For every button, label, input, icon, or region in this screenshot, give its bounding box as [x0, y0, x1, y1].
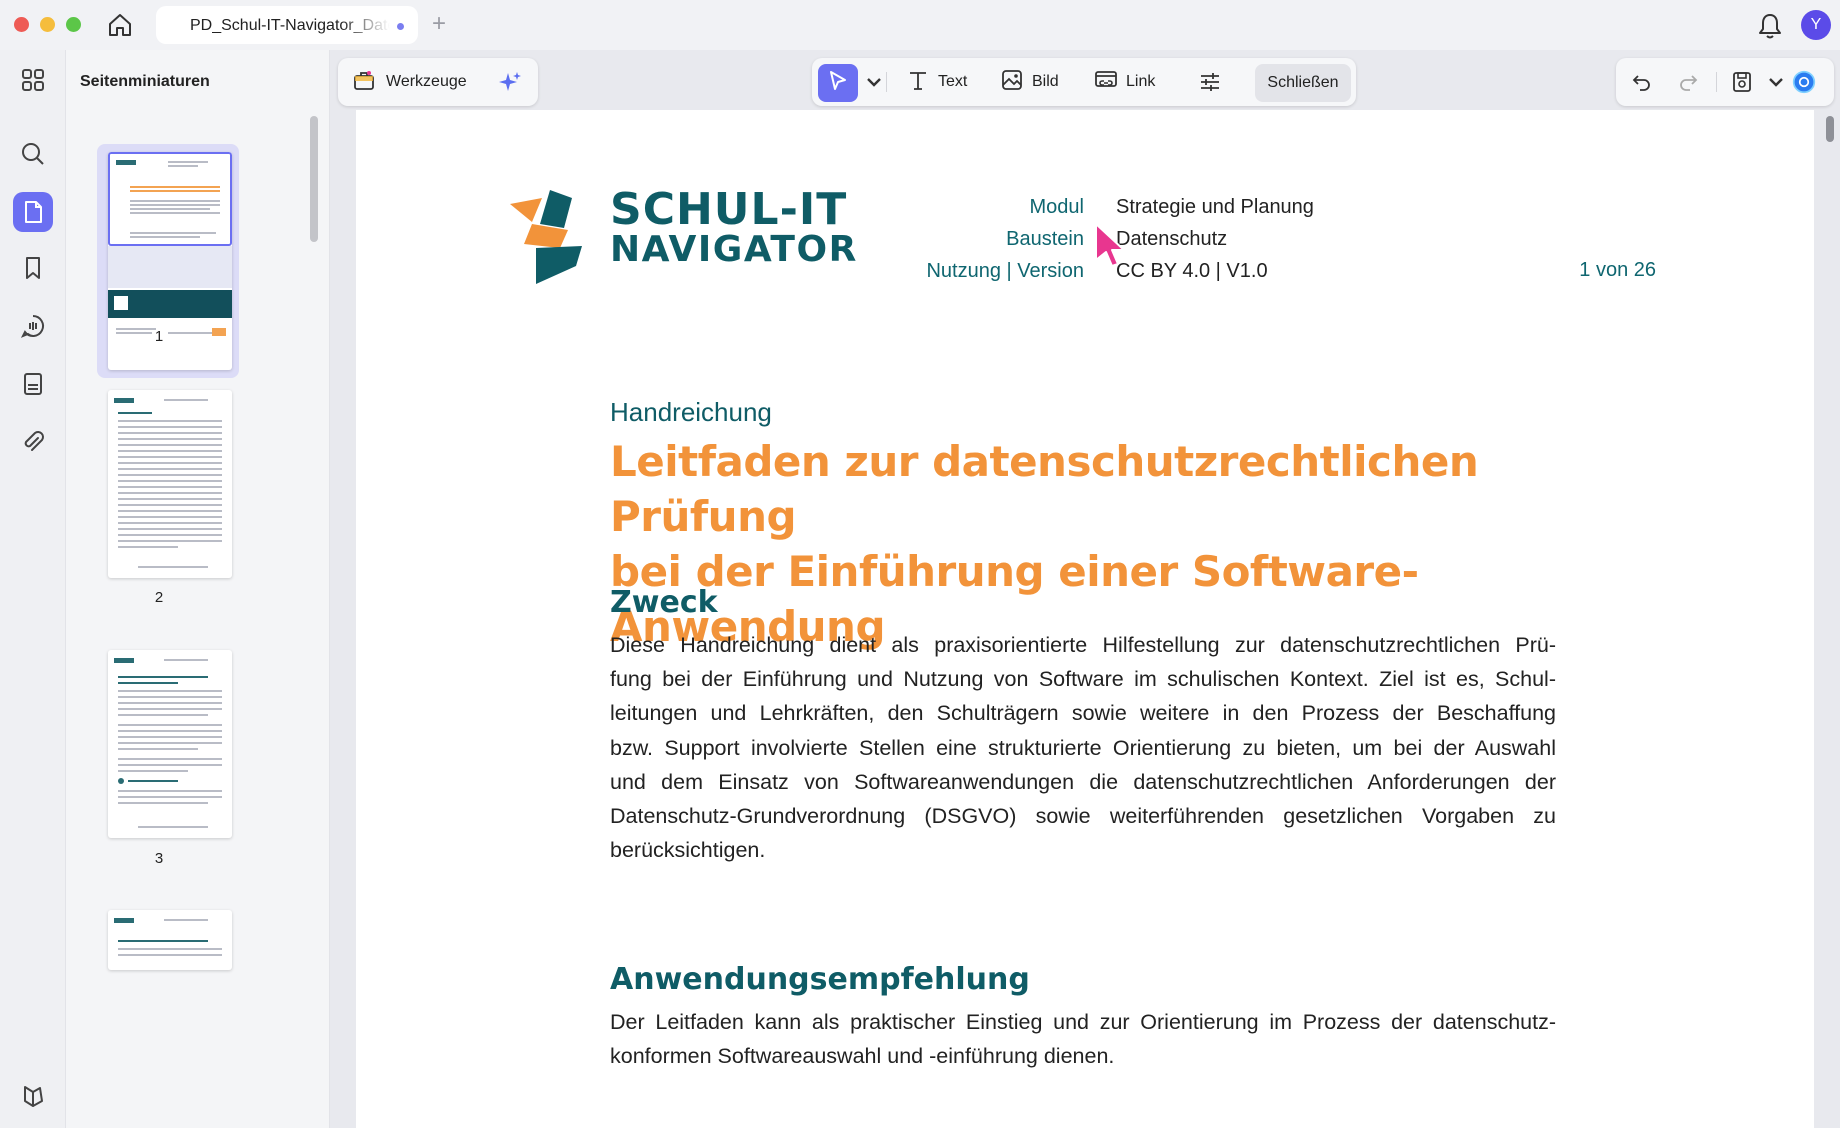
attachment-icon[interactable]	[13, 422, 53, 462]
close-edit-button[interactable]: Schließen	[1255, 64, 1351, 102]
section-body-anwendung: Der Leitfaden kann als praktischer Einst…	[610, 1005, 1556, 1073]
logo	[510, 188, 586, 284]
left-rail	[0, 50, 66, 1128]
unsaved-dot	[397, 23, 404, 30]
body-line: und dem Einsatz von Softwareanwendungen …	[610, 769, 1556, 794]
page-thumbnail-2[interactable]	[108, 390, 232, 578]
form-icon[interactable]	[13, 364, 53, 404]
divider	[1716, 72, 1717, 92]
section-body-zweck: Diese Handreichung dient als praxisorien…	[610, 628, 1556, 867]
thumbnails-panel: Seitenminiaturen 1 2 3	[66, 50, 330, 1128]
bookmark-icon[interactable]	[13, 248, 53, 288]
baustein-label: Baustein	[1006, 228, 1084, 250]
tools-toolbar: Werkzeuge	[338, 58, 538, 106]
undo-icon[interactable]	[1630, 58, 1654, 106]
zoom-window-button[interactable]	[66, 17, 81, 32]
logo-line-1: SCHUL-IT	[610, 184, 848, 235]
toolbox-icon	[352, 68, 376, 97]
body-line: konformen Softwareauswahl und -einführun…	[610, 1044, 1115, 1069]
modul-value: Strategie und Planung	[1116, 196, 1314, 218]
title-bar: PD_Schul-IT-Navigator_Datenschutz + Y	[0, 0, 1840, 50]
body-line: leitungen und Lehrkräften, den Schulträg…	[610, 701, 1556, 726]
thumbnail-number-2: 2	[154, 589, 164, 606]
bell-icon[interactable]	[1757, 12, 1783, 40]
grid-icon[interactable]	[13, 60, 53, 100]
document-title: Leitfaden zur datenschutzrechtlichen Prü…	[610, 434, 1610, 654]
logo-mark	[510, 190, 582, 284]
chevron-down-icon[interactable]	[1764, 58, 1788, 106]
new-tab-button[interactable]: +	[432, 10, 446, 38]
mouse-cursor-icon	[1094, 222, 1128, 267]
usage-label: Nutzung | Version	[926, 260, 1084, 282]
tab-title: PD_Schul-IT-Navigator_Datenschutz	[190, 17, 390, 34]
save-icon[interactable]	[1730, 58, 1754, 106]
ai-assistant-icon[interactable]	[1792, 58, 1816, 106]
close-window-button[interactable]	[14, 17, 29, 32]
modul-label: Modul	[1029, 196, 1084, 218]
avatar[interactable]: Y	[1801, 10, 1831, 40]
ai-sparkle-icon[interactable]	[498, 58, 522, 106]
image-tool-label: Bild	[1032, 73, 1059, 90]
minimize-window-button[interactable]	[40, 17, 55, 32]
link-icon	[1094, 68, 1118, 97]
tools-button[interactable]: Werkzeuge	[352, 58, 467, 106]
image-icon	[1000, 68, 1024, 97]
document-tab[interactable]: PD_Schul-IT-Navigator_Datenschutz	[156, 6, 418, 44]
body-line: Datenschutz-Grundverordnung (DSGVO) sowi…	[610, 804, 1556, 829]
text-tool-label: Text	[938, 73, 968, 90]
page-thumbnail-4[interactable]	[108, 910, 232, 970]
body-line: berücksichtigen.	[610, 838, 766, 863]
tools-label: Werkzeuge	[386, 73, 467, 90]
thumbnail-number-3: 3	[154, 850, 164, 867]
baustein-value: Datenschutz	[1116, 228, 1228, 250]
page-thumbnail-3[interactable]	[108, 650, 232, 838]
document-title-line-1: Leitfaden zur datenschutzrechtlichen Prü…	[610, 437, 1479, 541]
cursor-icon	[826, 69, 850, 98]
body-line: Der Leitfaden kann als praktischer Einst…	[610, 1010, 1556, 1034]
home-icon[interactable]	[106, 11, 134, 39]
history-toolbar	[1616, 58, 1834, 106]
divider	[886, 72, 887, 92]
link-tool-button[interactable]: Link	[1094, 58, 1155, 106]
link-tool-label: Link	[1126, 73, 1156, 90]
search-icon[interactable]	[13, 134, 53, 174]
text-tool-button[interactable]: Text	[906, 58, 967, 106]
text-icon	[906, 68, 930, 97]
comment-icon[interactable]	[13, 306, 53, 346]
section-heading-anwendung: Anwendungsempfehlung	[610, 962, 1030, 997]
page-icon[interactable]	[13, 192, 53, 232]
body-line: Diese Handreichung dient als praxisorien…	[610, 633, 1556, 657]
body-line: fung bei der Einführung und Nutzung von …	[610, 667, 1556, 692]
document-subtitle: Handreichung	[610, 397, 772, 427]
document-scrollbar[interactable]	[1826, 116, 1834, 142]
usage-value: CC BY 4.0 | V1.0	[1116, 260, 1268, 282]
thumbnails-title: Seitenminiaturen	[80, 73, 210, 90]
select-tool-button[interactable]	[818, 64, 858, 102]
chevron-down-icon[interactable]	[862, 58, 886, 106]
page-count: 1 von 26	[1579, 259, 1656, 281]
sliders-icon[interactable]	[1198, 58, 1222, 106]
edit-toolbar: Text Bild Link Schließen	[812, 58, 1356, 106]
thumbnail-number-1: 1	[154, 328, 164, 345]
thumbnails-scrollbar[interactable]	[310, 116, 318, 242]
section-heading-zweck: Zweck	[610, 585, 718, 620]
layers-icon[interactable]	[13, 1076, 53, 1116]
logo-line-2: NAVIGATOR	[610, 229, 858, 270]
redo-icon[interactable]	[1676, 58, 1700, 106]
image-tool-button[interactable]: Bild	[1000, 58, 1059, 106]
body-line: bzw. Support involvierte Stellen eine st…	[610, 735, 1556, 760]
